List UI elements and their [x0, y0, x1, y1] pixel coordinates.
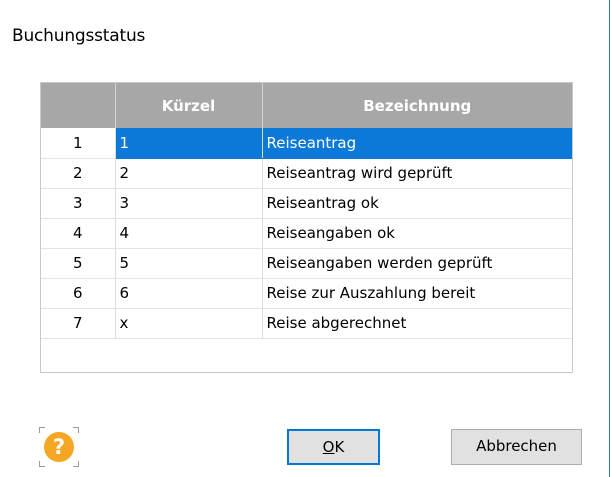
table-row[interactable]: 2 2 Reiseantrag wird geprüft [41, 158, 572, 189]
cell-kuerzel[interactable]: 4 [115, 218, 263, 249]
cell-bezeichnung[interactable]: Reiseantrag [262, 128, 572, 159]
row-number: 5 [41, 248, 116, 279]
cell-bezeichnung[interactable]: Reiseangaben ok [262, 218, 572, 249]
cell-bezeichnung[interactable]: Reiseantrag wird geprüft [262, 158, 572, 189]
row-number: 6 [41, 278, 116, 309]
row-number: 2 [41, 158, 116, 189]
cell-kuerzel[interactable]: 2 [115, 158, 263, 189]
ok-label: K [334, 438, 345, 456]
focus-corner [39, 427, 45, 433]
row-number: 3 [41, 188, 116, 219]
ok-mnemonic: O [322, 438, 335, 456]
ok-button[interactable]: OK [287, 429, 380, 465]
table-row[interactable]: 1 1 Reiseantrag [41, 128, 572, 159]
column-header-kuerzel[interactable]: Kürzel [115, 83, 263, 128]
row-number: 1 [41, 128, 116, 159]
table-row[interactable]: 3 3 Reiseantrag ok [41, 188, 572, 219]
focus-corner [39, 461, 45, 467]
dialog-title: Buchungsstatus [12, 26, 146, 46]
focus-corner [73, 461, 79, 467]
help-button[interactable]: ? [39, 427, 79, 467]
cell-kuerzel[interactable]: 6 [115, 278, 263, 309]
cell-kuerzel[interactable]: x [115, 308, 263, 339]
cell-bezeichnung[interactable]: Reiseangaben werden geprüft [262, 248, 572, 279]
row-number: 4 [41, 218, 116, 249]
help-question-icon: ? [44, 432, 74, 462]
table-row[interactable]: 4 4 Reiseangaben ok [41, 218, 572, 249]
table-row[interactable]: 6 6 Reise zur Auszahlung bereit [41, 278, 572, 309]
cancel-button[interactable]: Abbrechen [451, 429, 582, 465]
cell-kuerzel[interactable]: 1 [115, 128, 263, 159]
table-header-row: Kürzel Bezeichnung [41, 83, 572, 128]
table-row[interactable]: 5 5 Reiseangaben werden geprüft [41, 248, 572, 279]
focus-corner [73, 427, 79, 433]
status-table[interactable]: Kürzel Bezeichnung 1 1 Reiseantrag 2 2 R… [40, 82, 573, 373]
cell-kuerzel[interactable]: 5 [115, 248, 263, 279]
dialog-window: Buchungsstatus Kürzel Bezeichnung 1 1 Re… [0, 0, 610, 477]
cell-bezeichnung[interactable]: Reise abgerechnet [262, 308, 572, 339]
column-header-bezeichnung[interactable]: Bezeichnung [262, 83, 572, 128]
table-row[interactable]: 7 x Reise abgerechnet [41, 308, 572, 339]
cell-bezeichnung[interactable]: Reiseantrag ok [262, 188, 572, 219]
cell-bezeichnung[interactable]: Reise zur Auszahlung bereit [262, 278, 572, 309]
row-number: 7 [41, 308, 116, 339]
row-number-header[interactable] [41, 83, 116, 128]
cell-kuerzel[interactable]: 3 [115, 188, 263, 219]
